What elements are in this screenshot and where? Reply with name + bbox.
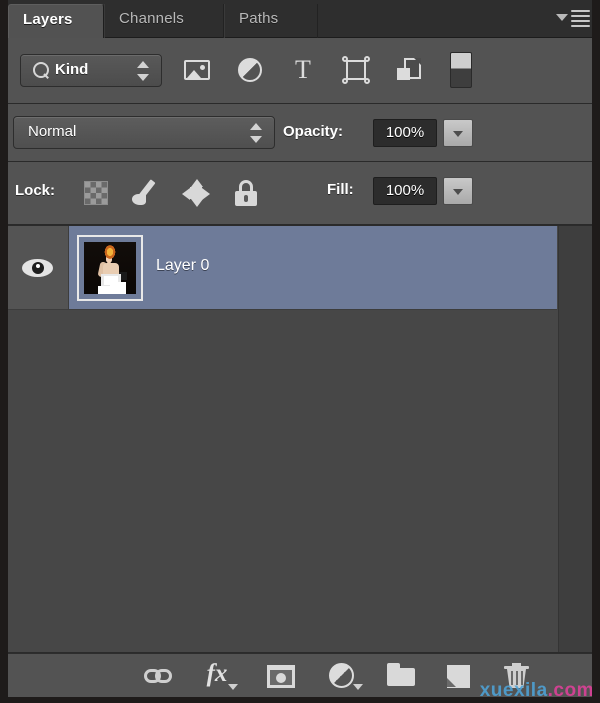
new-group-button[interactable] bbox=[386, 662, 416, 690]
lock-position[interactable] bbox=[180, 177, 212, 209]
opacity-label: Opacity: bbox=[283, 123, 344, 140]
tab-layers-label: Layers bbox=[23, 11, 73, 28]
tab-paths[interactable]: Paths bbox=[224, 4, 318, 38]
table-row[interactable]: Layer 0 bbox=[8, 226, 557, 310]
fill-label: Fill: bbox=[327, 181, 354, 198]
new-layer-button[interactable] bbox=[444, 662, 474, 690]
hamburger-lines-icon bbox=[571, 10, 590, 30]
panel-left-edge bbox=[0, 0, 8, 703]
fx-caret-icon bbox=[228, 684, 238, 690]
magnifier-icon bbox=[33, 62, 49, 78]
lock-transparent-pixels[interactable] bbox=[80, 177, 112, 209]
opacity-input[interactable]: 100% bbox=[373, 119, 437, 147]
panel-menu-icon[interactable] bbox=[556, 8, 592, 30]
panel-bottom-edge bbox=[0, 697, 600, 703]
move-arrows-icon bbox=[190, 187, 202, 199]
layer-list: Layer 0 bbox=[8, 226, 592, 652]
link-layers-button[interactable] bbox=[144, 662, 174, 690]
half-circle-icon bbox=[329, 663, 354, 688]
tab-paths-label: Paths bbox=[239, 10, 279, 27]
filter-type-layers-icon[interactable]: T bbox=[288, 55, 318, 85]
delete-layer-button[interactable] bbox=[502, 662, 532, 690]
fx-icon: fx bbox=[206, 660, 228, 687]
filter-adjustment-layers-icon[interactable] bbox=[235, 55, 265, 85]
fill-input[interactable]: 100% bbox=[373, 177, 437, 205]
layer-list-scrollbar[interactable] bbox=[558, 226, 592, 652]
eye-icon bbox=[22, 259, 53, 277]
layer-thumbnail-image bbox=[84, 242, 136, 294]
tab-layers[interactable]: Layers bbox=[8, 4, 104, 39]
layer-name-label[interactable]: Layer 0 bbox=[156, 257, 209, 275]
kind-stepper-icon[interactable] bbox=[137, 61, 149, 81]
filter-shape-layers-icon[interactable] bbox=[341, 55, 371, 85]
layer-thumbnail[interactable] bbox=[77, 235, 143, 301]
panel-tab-bar: Layers Channels Paths bbox=[0, 0, 600, 39]
fill-slider-button[interactable] bbox=[443, 177, 473, 205]
lock-label: Lock: bbox=[15, 182, 56, 199]
lock-row: Lock: Fill: 100% bbox=[0, 162, 600, 225]
layer-visibility-toggle[interactable] bbox=[8, 226, 69, 309]
adjustment-caret-icon bbox=[353, 684, 363, 690]
panel-right-edge bbox=[592, 0, 600, 703]
blend-stepper-icon[interactable] bbox=[250, 123, 262, 143]
chevron-down-icon bbox=[556, 14, 568, 21]
filter-smart-objects-icon[interactable] bbox=[394, 55, 424, 85]
new-adjustment-layer-button[interactable] bbox=[328, 662, 363, 690]
layers-bottom-toolbar: fx bbox=[8, 653, 592, 697]
fill-value: 100% bbox=[385, 182, 425, 199]
tab-channels[interactable]: Channels bbox=[104, 4, 224, 38]
lock-image-pixels[interactable] bbox=[130, 177, 162, 209]
opacity-value: 100% bbox=[385, 124, 425, 141]
tab-channels-label: Channels bbox=[119, 10, 184, 27]
filter-pixel-layers-icon[interactable] bbox=[182, 55, 212, 85]
filter-enable-toggle[interactable] bbox=[450, 52, 472, 88]
filter-kind-label: Kind bbox=[55, 61, 89, 78]
blend-mode-dropdown[interactable]: Normal bbox=[13, 116, 275, 149]
layer-filter-row: Kind T bbox=[0, 38, 600, 104]
checkerboard-icon bbox=[84, 181, 108, 205]
lock-all[interactable] bbox=[230, 177, 262, 209]
blend-mode-row: Normal Opacity: 100% bbox=[0, 104, 600, 162]
opacity-slider-button[interactable] bbox=[443, 119, 473, 147]
layers-panel: Layers Channels Paths Kind T Normal Opac… bbox=[0, 0, 600, 703]
add-layer-mask-button[interactable] bbox=[266, 662, 296, 690]
filter-kind-dropdown[interactable]: Kind bbox=[20, 54, 162, 87]
blend-mode-value: Normal bbox=[28, 123, 77, 140]
layer-style-button[interactable]: fx bbox=[204, 660, 238, 690]
